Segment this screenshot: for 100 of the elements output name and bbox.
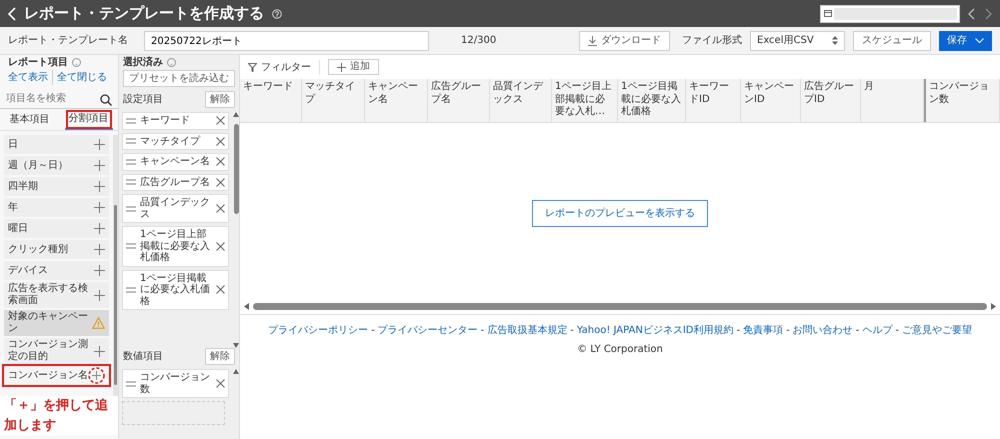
item-label: 広告グループ名 [140, 176, 211, 188]
scrollbar[interactable] [113, 135, 118, 396]
report-item[interactable]: クリック種別 [4, 240, 110, 259]
character-count: 12/300 [461, 34, 496, 48]
file-format-select[interactable]: Excel用CSV [750, 30, 845, 50]
footer-link[interactable]: プライバシーセンター [378, 323, 478, 338]
help-icon[interactable] [72, 58, 81, 67]
column-header: 広告グループID [801, 79, 861, 122]
add-icon[interactable] [94, 346, 106, 356]
add-icon[interactable] [94, 202, 106, 213]
selected-item[interactable]: コンバージョン数 [122, 369, 229, 398]
drag-handle-icon [126, 118, 136, 124]
scrollbar[interactable] [233, 112, 239, 348]
sort-icon [832, 36, 838, 45]
link-divider [52, 70, 53, 85]
collapse-all-link[interactable]: 全て閉じる [57, 70, 107, 85]
scroll-right-icon[interactable] [991, 303, 996, 310]
remove-icon[interactable] [216, 116, 225, 126]
remove-icon[interactable] [216, 379, 225, 388]
next-icon[interactable] [984, 8, 992, 20]
report-item[interactable]: 曜日 [4, 219, 110, 238]
template-name-field[interactable]: 20250722レポート [144, 30, 429, 50]
footer-link[interactable]: 広告取扱基本規定 [487, 323, 568, 338]
warning-icon [92, 317, 106, 329]
show-all-link[interactable]: 全て表示 [8, 70, 48, 85]
scroll-down-icon[interactable] [233, 343, 239, 348]
add-icon[interactable] [94, 265, 106, 276]
schedule-button[interactable]: スケジュール [853, 30, 931, 50]
previous-icon[interactable] [968, 8, 976, 20]
item-label: マッチタイプ [140, 136, 202, 147]
report-item[interactable]: 四半期 [4, 177, 110, 196]
remove-icon[interactable] [216, 136, 225, 146]
help-icon[interactable] [272, 8, 282, 18]
group-title: 設定項目 [123, 92, 163, 107]
drag-handle-icon [126, 380, 136, 386]
selected-item[interactable]: キャンペーン名 [122, 153, 229, 170]
report-item[interactable]: デバイス [4, 261, 110, 280]
add-icon[interactable] [94, 290, 106, 300]
report-item[interactable]: コンバージョン測定の目的 [4, 338, 110, 364]
footer-link[interactable]: Yahoo! JAPANビジネスID利用規約 [576, 323, 734, 338]
footer-link[interactable]: お問い合わせ [792, 323, 853, 338]
page-title: レポート・テンプレートを作成する [24, 3, 264, 24]
load-preset-button[interactable]: プリセットを読み込む [123, 70, 235, 87]
separator-text: - [895, 324, 899, 338]
tab[interactable]: 分割項目 [64, 109, 112, 130]
add-icon[interactable] [94, 244, 106, 255]
selected-item[interactable]: 1ページ目掲載に必要な入札価格 [122, 270, 229, 310]
remove-icon[interactable] [216, 285, 225, 294]
template-name-label: レポート・テンプレート名 [8, 34, 128, 48]
report-item[interactable]: 年 [4, 198, 110, 217]
footer-link[interactable]: ヘルプ [862, 323, 892, 338]
remove-icon[interactable] [216, 242, 225, 251]
remove-icon[interactable] [216, 178, 225, 187]
back-icon[interactable] [8, 6, 16, 20]
section-title: レポート項目 [8, 56, 68, 70]
remove-icon[interactable] [216, 204, 225, 213]
add-icon[interactable] [94, 139, 106, 150]
save-button[interactable]: 保存 [939, 30, 992, 50]
column-header: 月 [861, 79, 924, 122]
remove-icon[interactable] [216, 157, 225, 166]
selected-item[interactable]: 品質インデックス [122, 194, 229, 223]
drag-handle-icon [126, 138, 136, 144]
scrollbar[interactable] [240, 303, 1000, 315]
add-icon[interactable] [88, 367, 106, 384]
preview-button[interactable]: レポートのプレビューを表示する [532, 200, 708, 226]
download-button[interactable]: ダウンロード [579, 30, 670, 50]
chevron-down-icon [975, 38, 984, 44]
add-icon[interactable] [94, 160, 106, 171]
report-item[interactable]: 週（月～日） [4, 156, 110, 175]
help-icon[interactable] [167, 58, 176, 67]
report-item[interactable]: 日 [4, 135, 110, 154]
group-title: 数値項目 [123, 350, 163, 364]
footer-link[interactable]: プライバシーポリシー [268, 323, 368, 338]
scroll-left-icon[interactable] [244, 303, 249, 310]
scroll-up-icon[interactable] [233, 112, 239, 117]
selected-item[interactable]: 広告グループ名 [122, 174, 229, 191]
search-icon [100, 94, 112, 106]
footer-link[interactable]: ご意見やご要望 [902, 323, 972, 338]
add-icon[interactable] [94, 181, 106, 192]
search-field[interactable] [820, 4, 960, 22]
filter-button[interactable]: フィルター [248, 60, 320, 74]
drag-handle-icon [126, 158, 136, 165]
selected-item[interactable]: マッチタイプ [122, 132, 229, 150]
tab[interactable]: 基本項目 [6, 109, 54, 130]
clear-button[interactable]: 解除 [205, 348, 235, 365]
item-label: キーワード [140, 115, 191, 126]
separator-text: - [570, 324, 574, 338]
selected-item[interactable]: 1ページ目上部掲載に必要な入札価格 [122, 226, 229, 266]
separator-text: - [371, 324, 375, 338]
column-header: 1ページ目掲載に必要な入札価格 [618, 79, 686, 122]
report-item[interactable]: 対象のキャンペーン [4, 310, 110, 336]
clear-button[interactable]: 解除 [205, 91, 235, 108]
column-header: キャンペーン名 [365, 79, 428, 122]
footer-link[interactable]: 免責事項 [743, 323, 784, 338]
selected-item[interactable]: キーワード [122, 112, 229, 130]
add-icon[interactable] [94, 223, 106, 234]
report-item[interactable]: 広告を表示する検索画面 [4, 282, 110, 308]
scroll-up-icon[interactable] [233, 369, 239, 374]
file-format-label: ファイル形式 [682, 34, 742, 48]
add-filter-button[interactable]: 追加 [328, 59, 379, 75]
